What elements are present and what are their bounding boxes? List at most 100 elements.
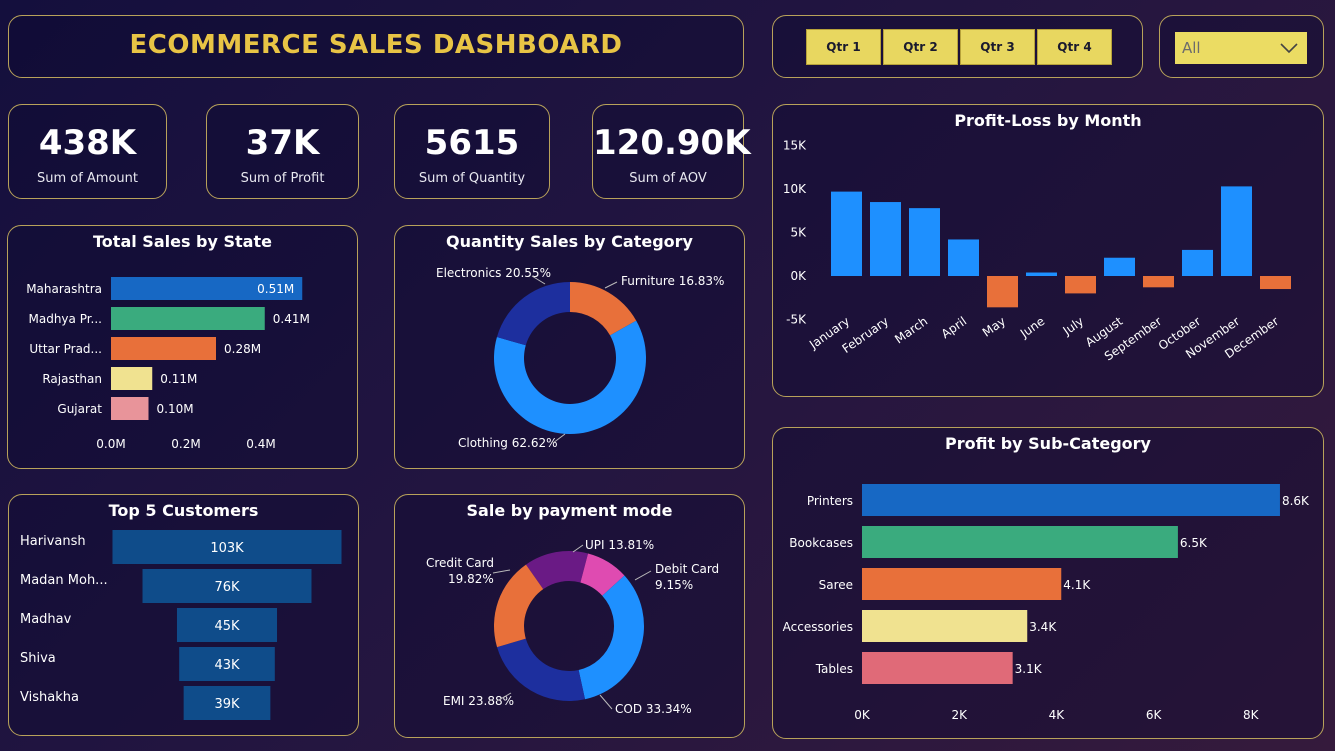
slice-label: Debit Card — [655, 562, 719, 576]
kpi-value: 438K — [38, 123, 137, 163]
customer-data-label: 45K — [214, 619, 240, 634]
subcategory-data-label: 8.6K — [1282, 494, 1310, 508]
subcategory-data-label: 3.4K — [1029, 620, 1057, 634]
state-label: Madhya Pr... — [29, 312, 103, 326]
x-tick-label: 0.2M — [171, 437, 200, 451]
customer-label: Harivansh — [20, 534, 86, 549]
x-tick-label: 0.4M — [246, 437, 275, 451]
slice-label: 19.82% — [448, 572, 494, 586]
slice-label: UPI 13.81% — [585, 538, 654, 552]
subcategory-profit-chart: Profit by Sub-Category Printers 8.6K Bookc… — [772, 427, 1324, 739]
payment-mode-chart: Sale by payment mode UPI 13.81% Debit Car… — [394, 494, 745, 738]
state-label: Maharashtra — [26, 282, 102, 296]
x-tick-label: 0.0M — [96, 437, 125, 451]
x-tick-label: June — [1017, 314, 1047, 341]
kpi-card-quantity: 5615 Sum of Quantity — [394, 104, 550, 199]
y-tick-label: 10K — [783, 182, 807, 196]
subcategory-data-label: 3.1K — [1015, 662, 1043, 676]
subcategory-label: Bookcases — [789, 536, 853, 550]
payment-slice — [578, 575, 644, 700]
subcategory-label: Saree — [819, 578, 853, 592]
leader-line — [634, 570, 652, 581]
subcategory-data-label: 4.1K — [1063, 578, 1091, 592]
qtr-4-button[interactable]: Qtr 4 — [1037, 29, 1112, 65]
y-tick-label: 5K — [790, 226, 807, 240]
leader-line — [604, 281, 618, 289]
top-customers-svg: Harivansh 103K Madan Moh... 76K Madhav 45K Shi… — [20, 530, 342, 720]
month-bar — [948, 239, 979, 276]
monthly-profit-chart: Profit-Loss by Month 15K 10K 5K 0K -5K Januar… — [772, 104, 1324, 397]
customer-data-label: 76K — [214, 580, 240, 595]
qtr-3-button[interactable]: Qtr 3 — [960, 29, 1035, 65]
subcategory-label: Printers — [807, 494, 853, 508]
category-donut-svg: Furniture 16.83% Electronics 20.55% Clothi… — [436, 266, 724, 450]
top-customers-chart: Top 5 Customers Harivansh 103K Madan Moh..… — [8, 494, 359, 736]
x-tick-label: May — [980, 314, 1008, 340]
month-bar — [1143, 276, 1174, 288]
subcategory-profit-svg: Printers 8.6K Bookcases 6.5K Saree 4.1K Access… — [783, 484, 1310, 722]
customer-label: Madhav — [20, 612, 72, 627]
x-tick-label: July — [1060, 314, 1087, 338]
state-data-label: 0.51M — [257, 282, 294, 296]
x-tick-label: 8K — [1243, 708, 1260, 722]
qtr-1-button[interactable]: Qtr 1 — [806, 29, 881, 65]
state-bar — [111, 337, 216, 360]
subcategory-bar — [862, 652, 1013, 684]
customer-data-label: 103K — [210, 541, 244, 556]
leader-line — [492, 569, 511, 574]
state-bar — [111, 397, 149, 420]
slice-label: Credit Card — [426, 556, 494, 570]
x-tick-label: March — [892, 314, 930, 346]
kpi-value: 37K — [245, 123, 320, 163]
monthly-profit-svg: 15K10K5K0K-5K JanuaryFebruary March April Ma… — [783, 139, 1291, 364]
subcategory-data-label: 6.5K — [1180, 536, 1208, 550]
title-panel: ECOMMERCE SALES DASHBOARD — [8, 15, 744, 78]
filter-dropdown[interactable]: All — [1175, 32, 1307, 64]
customer-label: Madan Moh... — [20, 573, 108, 588]
state-bar — [111, 367, 153, 390]
month-bar — [987, 276, 1018, 308]
state-label: Uttar Prad... — [29, 342, 102, 356]
category-slice — [496, 282, 570, 346]
chevron-down-icon — [1280, 43, 1298, 54]
month-bar — [870, 202, 901, 276]
payment-slice — [497, 638, 586, 701]
slice-label: EMI 23.88% — [443, 694, 514, 708]
kpi-label: Sum of AOV — [629, 171, 707, 186]
subcategory-bar — [862, 610, 1028, 642]
month-bar — [1026, 272, 1057, 276]
x-tick-label: 4K — [1049, 708, 1066, 722]
payment-donut-svg: UPI 13.81%Debit Card 9.15% COD 33.34% EMI 2… — [426, 538, 719, 716]
y-tick-label: 15K — [783, 139, 807, 153]
qtr-2-button[interactable]: Qtr 2 — [883, 29, 958, 65]
state-data-label: 0.10M — [157, 402, 194, 416]
kpi-card-amount: 438K Sum of Amount — [8, 104, 167, 199]
kpi-value: 120.90K — [593, 123, 751, 163]
state-data-label: 0.28M — [224, 342, 261, 356]
state-sales-chart: Total Sales by State Maharashtra 0.51M Mad… — [7, 225, 358, 469]
state-label: Rajasthan — [42, 372, 102, 386]
customer-data-label: 39K — [214, 697, 240, 712]
subcategory-bar — [862, 526, 1178, 558]
x-tick-label: 0K — [854, 708, 871, 722]
month-bar — [1065, 276, 1096, 294]
month-bar — [1104, 257, 1135, 276]
kpi-label: Sum of Quantity — [418, 171, 526, 186]
kpi-card-profit: 37K Sum of Profit — [206, 104, 359, 199]
subcategory-bar — [862, 568, 1062, 600]
slice-label: Clothing 62.62% — [458, 436, 558, 450]
state-sales-svg: Maharashtra 0.51M Madhya Pr... 0.41M Uttar P… — [26, 277, 310, 451]
state-data-label: 0.41M — [273, 312, 310, 326]
x-tick-label: 2K — [951, 708, 968, 722]
subcategory-label: Accessories — [783, 620, 853, 634]
state-bar — [111, 307, 265, 330]
month-bar — [1221, 186, 1252, 276]
x-tick-label: 6K — [1146, 708, 1163, 722]
leader-line — [572, 544, 584, 553]
kpi-value: 5615 — [424, 123, 520, 163]
dashboard-title: ECOMMERCE SALES DASHBOARD — [129, 30, 623, 60]
customer-label: Vishakha — [20, 690, 79, 705]
customer-label: Shiva — [20, 651, 56, 666]
state-data-label: 0.11M — [160, 372, 197, 386]
category-quantity-chart: Quantity Sales by Category Furniture 16.… — [394, 225, 745, 469]
